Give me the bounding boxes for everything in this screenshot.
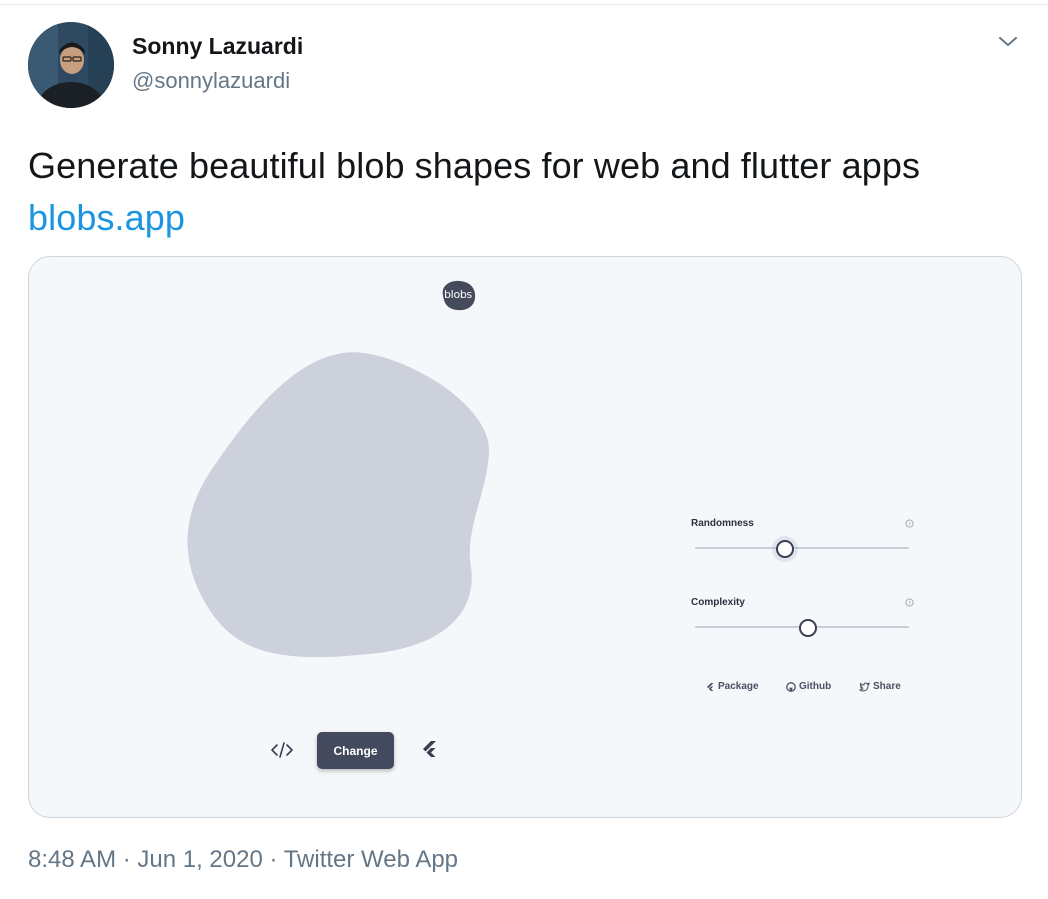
complexity-slider-thumb[interactable]: [799, 619, 818, 637]
svg-text:?: ?: [908, 601, 911, 607]
author-name[interactable]: Sonny Lazuardi: [132, 33, 303, 60]
randomness-slider-track[interactable]: [695, 547, 909, 549]
link-card-image[interactable]: blobs Change Randomness ? Complexity ? P…: [28, 256, 1022, 818]
avatar[interactable]: [28, 22, 114, 108]
tweet-timestamp[interactable]: 8:48 AM · Jun 1, 2020 · Twitter Web App: [28, 846, 458, 874]
package-link-label: Package: [718, 681, 759, 692]
chevron-down-icon: [999, 37, 1017, 46]
help-icon[interactable]: ?: [905, 519, 914, 528]
tweet-link[interactable]: blobs.app: [28, 192, 920, 244]
share-link[interactable]: Share: [859, 681, 901, 692]
logo-text: blobs: [444, 288, 472, 301]
flutter-icon: [423, 741, 436, 757]
randomness-label: Randomness: [691, 518, 754, 529]
github-icon: [786, 681, 796, 692]
randomness-slider-thumb[interactable]: [775, 540, 794, 558]
svg-text:?: ?: [908, 522, 911, 528]
complexity-label: Complexity: [691, 597, 745, 608]
change-button[interactable]: Change: [317, 732, 394, 769]
flutter-icon: [707, 682, 714, 691]
github-link-label: Github: [799, 681, 832, 692]
code-button[interactable]: [269, 739, 295, 761]
blob-shape: [187, 352, 490, 658]
more-options-button[interactable]: [996, 32, 1020, 52]
avatar-image: [28, 22, 114, 108]
github-link[interactable]: Github: [786, 681, 831, 692]
package-link[interactable]: Package: [705, 681, 759, 692]
tweet-body: Generate beautiful blob shapes for web a…: [28, 145, 921, 186]
flutter-button[interactable]: [419, 739, 439, 759]
blobs-logo: blobs: [439, 279, 477, 311]
twitter-icon: [859, 681, 870, 691]
author-handle[interactable]: @sonnylazuardi: [132, 68, 290, 94]
share-link-label: Share: [873, 681, 901, 692]
top-divider: [0, 4, 1048, 5]
help-icon[interactable]: ?: [905, 598, 914, 607]
tweet-text: Generate beautiful blob shapes for web a…: [28, 140, 920, 244]
code-icon: [271, 742, 293, 758]
